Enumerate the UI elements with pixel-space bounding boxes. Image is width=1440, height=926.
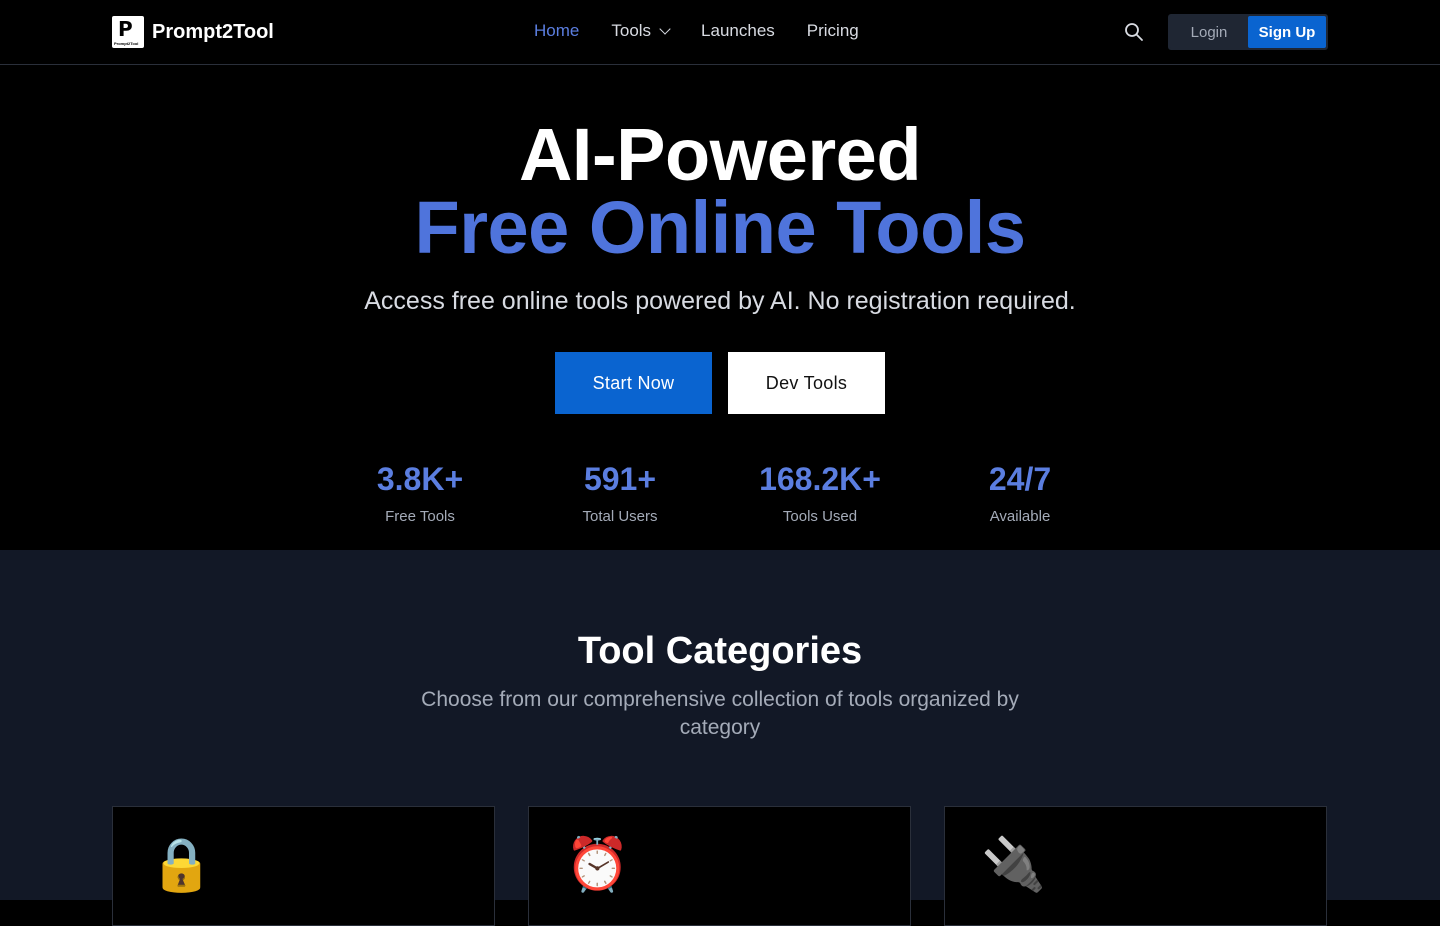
- category-card[interactable]: 🔌: [944, 806, 1327, 926]
- logo-icon: P Prompt2Tool: [112, 16, 144, 48]
- brand-name: Prompt2Tool: [152, 20, 274, 43]
- stat-label: Free Tools: [385, 508, 455, 525]
- plug-icon: 🔌: [981, 835, 1046, 895]
- start-now-button[interactable]: Start Now: [555, 352, 712, 414]
- dev-tools-button[interactable]: Dev Tools: [728, 352, 885, 414]
- alarm-clock-icon: ⏰: [565, 835, 630, 895]
- nav-item-label: Home: [534, 21, 580, 40]
- auth-buttons: Login Sign Up: [1168, 14, 1328, 50]
- stat-total-users: 591+ Total Users: [520, 460, 720, 525]
- hero-section: AI-Powered Free Online Tools Access free…: [0, 65, 1440, 550]
- login-button[interactable]: Login: [1170, 16, 1248, 48]
- logo-mark-text: Prompt2Tool: [114, 41, 139, 46]
- hero-title-line1: AI-Powered: [518, 113, 922, 196]
- nav-item-home[interactable]: Home: [534, 21, 579, 41]
- stat-label: Available: [989, 508, 1051, 525]
- nav-item-tools[interactable]: Tools: [611, 21, 671, 41]
- stat-value: 168.2K+: [759, 461, 881, 497]
- nav-item-label: Launches: [701, 21, 775, 40]
- lock-icon: 🔒: [149, 835, 214, 895]
- nav-item-pricing[interactable]: Pricing: [807, 21, 859, 41]
- nav-item-label: Tools: [611, 21, 652, 40]
- stat-label: Total Users: [582, 508, 658, 525]
- hero-subtitle: Access free online tools powered by AI. …: [364, 287, 1076, 315]
- section-subtitle: Choose from our comprehensive collection…: [421, 688, 1019, 739]
- signup-button[interactable]: Sign Up: [1248, 16, 1326, 48]
- nav-item-label: Pricing: [806, 21, 859, 40]
- category-card[interactable]: 🔒: [112, 806, 495, 926]
- tool-categories-section: Tool Categories Choose from our comprehe…: [0, 550, 1440, 926]
- hero-title-line2: Free Online Tools: [414, 186, 1027, 269]
- stat-value: 3.8K+: [376, 461, 464, 497]
- stat-free-tools: 3.8K+ Free Tools: [320, 460, 520, 525]
- brand-logo[interactable]: P Prompt2Tool Prompt2Tool: [112, 16, 274, 48]
- stat-available: 24/7 Available: [920, 460, 1120, 525]
- category-card[interactable]: ⏰: [528, 806, 911, 926]
- main-menu: Home Tools Launches Pricing: [534, 21, 891, 41]
- logo-mark-letter: P: [118, 17, 133, 41]
- section-title: Tool Categories: [577, 630, 863, 672]
- stat-tools-used: 168.2K+ Tools Used: [720, 460, 920, 525]
- search-icon[interactable]: [1124, 22, 1144, 42]
- nav-item-launches[interactable]: Launches: [701, 21, 775, 41]
- top-navbar: P Prompt2Tool Prompt2Tool Home Tools Lau…: [0, 0, 1440, 65]
- stat-label: Tools Used: [782, 508, 858, 525]
- stat-value: 591+: [583, 461, 657, 497]
- chevron-down-icon: [659, 22, 671, 35]
- stat-value: 24/7: [988, 461, 1052, 497]
